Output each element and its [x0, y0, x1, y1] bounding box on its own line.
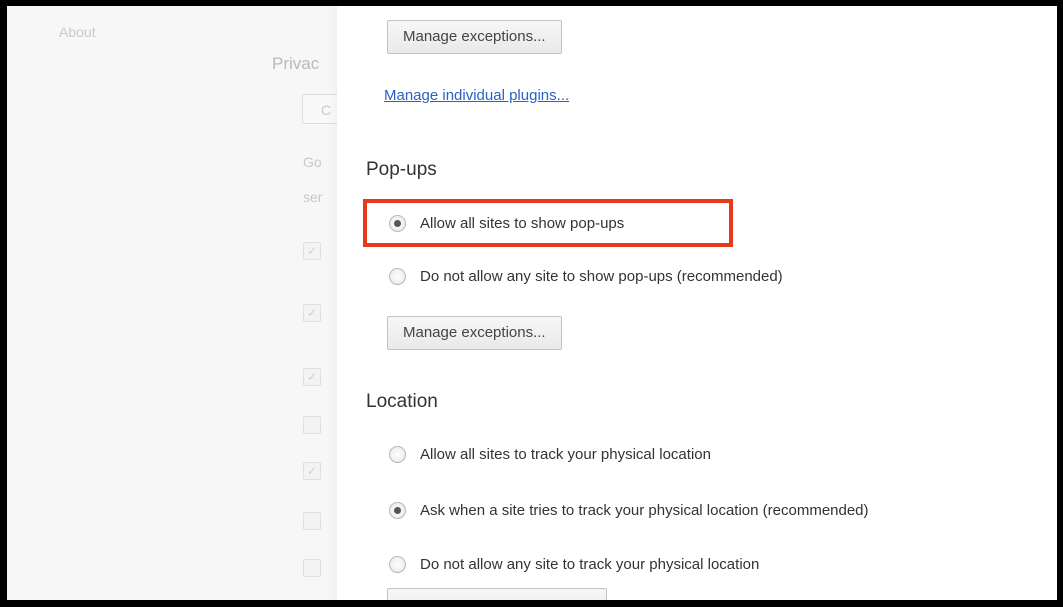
- about-nav-item[interactable]: About: [59, 24, 96, 40]
- background-checkbox[interactable]: ✓: [303, 242, 321, 260]
- location-option-allow[interactable]: Allow all sites to track your physical l…: [389, 442, 711, 466]
- screenshot-frame: About Privac C Go ser ✓ ✓ ✓ ✓ Manage exc…: [7, 6, 1057, 600]
- manage-individual-plugins-link[interactable]: Manage individual plugins...: [384, 87, 569, 104]
- radio-label: Do not allow any site to show pop-ups (r…: [420, 267, 783, 285]
- background-checkbox[interactable]: ✓: [303, 368, 321, 386]
- privacy-heading: Privac: [272, 54, 320, 73]
- background-checkbox[interactable]: [303, 416, 321, 434]
- popups-option-allow[interactable]: Allow all sites to show pop-ups: [389, 211, 624, 235]
- radio-button[interactable]: [389, 267, 406, 285]
- location-option-block[interactable]: Do not allow any site to track your phys…: [389, 552, 759, 576]
- location-manage-exceptions-button-partial[interactable]: [387, 588, 607, 600]
- radio-button[interactable]: [389, 501, 406, 519]
- radio-button[interactable]: [389, 214, 406, 232]
- background-text-line: ser: [303, 189, 323, 205]
- radio-button[interactable]: [389, 555, 406, 573]
- radio-label: Allow all sites to track your physical l…: [420, 445, 711, 463]
- popups-option-block[interactable]: Do not allow any site to show pop-ups (r…: [389, 264, 783, 288]
- background-checkbox[interactable]: ✓: [303, 304, 321, 322]
- location-option-ask[interactable]: Ask when a site tries to track your phys…: [389, 498, 869, 522]
- radio-button[interactable]: [389, 445, 406, 463]
- location-section-title: Location: [366, 391, 438, 412]
- plugins-manage-exceptions-button[interactable]: Manage exceptions...: [387, 20, 562, 54]
- popups-section-title: Pop-ups: [366, 159, 437, 180]
- background-checkbox[interactable]: ✓: [303, 462, 321, 480]
- content-settings-dialog: Manage exceptions... Manage individual p…: [337, 6, 1057, 600]
- background-text-line: Go: [303, 154, 322, 170]
- background-settings-page: About Privac C Go ser ✓ ✓ ✓ ✓: [7, 6, 347, 600]
- radio-label: Allow all sites to show pop-ups: [420, 214, 625, 232]
- background-checkbox[interactable]: [303, 559, 321, 577]
- radio-label: Ask when a site tries to track your phys…: [420, 501, 869, 519]
- background-checkbox[interactable]: [303, 512, 321, 530]
- radio-label: Do not allow any site to track your phys…: [420, 555, 760, 573]
- popups-manage-exceptions-button[interactable]: Manage exceptions...: [387, 316, 562, 350]
